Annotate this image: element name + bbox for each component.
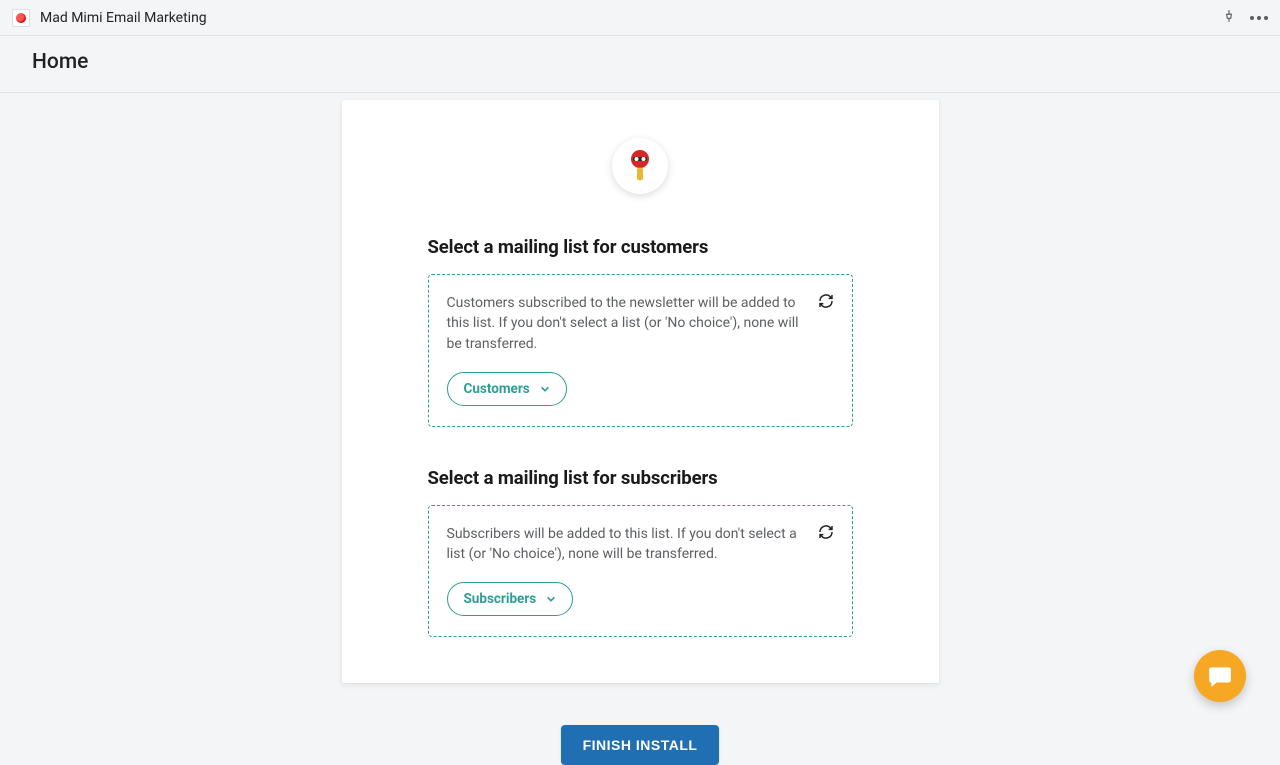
chat-fab[interactable] — [1194, 650, 1246, 702]
chat-icon — [1207, 663, 1233, 689]
customers-description: Customers subscribed to the newsletter w… — [447, 293, 834, 354]
refresh-icon[interactable] — [818, 524, 834, 540]
app-title: Mad Mimi Email Marketing — [40, 10, 207, 26]
subscribers-section-title: Select a mailing list for subscribers — [428, 467, 853, 489]
subscribers-dropdown[interactable]: Subscribers — [447, 582, 574, 616]
pin-icon[interactable] — [1222, 8, 1236, 27]
subscribers-dropdown-label: Subscribers — [464, 591, 537, 607]
titlebar-actions — [1222, 8, 1268, 27]
titlebar-left: Mad Mimi Email Marketing — [12, 9, 207, 27]
customers-dropdown-label: Customers — [464, 381, 530, 397]
titlebar: Mad Mimi Email Marketing — [0, 0, 1280, 36]
refresh-icon[interactable] — [818, 293, 834, 309]
chevron-down-icon — [546, 594, 556, 604]
customers-section-title: Select a mailing list for customers — [428, 236, 853, 258]
customers-dropdown[interactable]: Customers — [447, 372, 567, 406]
app-icon — [12, 9, 30, 27]
chevron-down-icon — [540, 384, 550, 394]
subscribers-description: Subscribers will be added to this list. … — [447, 524, 834, 565]
more-icon[interactable] — [1250, 16, 1268, 20]
app-avatar — [612, 138, 668, 194]
finish-install-button[interactable]: FINISH INSTALL — [561, 725, 720, 765]
page-header: Home — [0, 36, 1280, 93]
customers-box: Customers subscribed to the newsletter w… — [428, 274, 853, 427]
content: Select a mailing list for customers Cust… — [0, 93, 1280, 765]
subscribers-box: Subscribers will be added to this list. … — [428, 505, 853, 638]
setup-card: Select a mailing list for customers Cust… — [342, 100, 939, 683]
page-title: Home — [32, 50, 1248, 74]
